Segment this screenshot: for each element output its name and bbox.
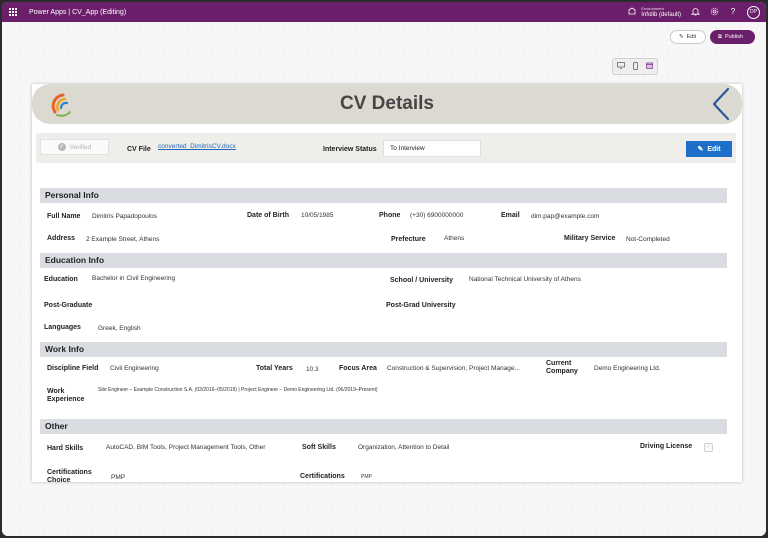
languages-label: Languages	[44, 324, 81, 331]
pencil-icon: ✎	[697, 146, 704, 153]
design-canvas: ✎ Edit ⧉ Publish CV Details ✓ Verified C…	[2, 22, 766, 536]
edit-pill-button[interactable]: ✎ Edit	[670, 30, 706, 44]
email-label: Email	[501, 212, 520, 219]
full-name-label: Full Name	[47, 213, 81, 220]
edit-pill-label: Edit	[686, 34, 697, 40]
edit-button-label: Edit	[707, 145, 721, 153]
certifications-choice-value: PMP	[111, 474, 126, 481]
cv-details-screen: CV Details ✓ Verified CV File converted_…	[32, 84, 742, 485]
environment-name: Infolib (default)	[641, 11, 681, 18]
cv-file-label: CV File	[127, 146, 151, 153]
work-experience-value: Site Engineer – Example Construction S.A…	[98, 387, 378, 393]
total-years-value: 10.3	[306, 366, 319, 373]
section-personal-info: Personal Info	[40, 188, 727, 203]
interview-status-field[interactable]: To Interview	[383, 140, 481, 157]
full-name-value: Dimitris Papadopoulos	[92, 213, 158, 220]
edit-button[interactable]: ✎ Edit	[686, 141, 732, 157]
school-label: School / University	[390, 277, 454, 284]
check-icon: ✓	[57, 143, 66, 151]
certifications-choice-label: Certifications Choice	[47, 469, 92, 485]
discipline-field-value: Civil Engineering	[110, 365, 159, 372]
verified-button[interactable]: ✓ Verified	[40, 139, 109, 155]
section-other: Other	[40, 419, 727, 434]
header-bar: CV Details	[32, 84, 742, 124]
hard-skills-label: Hard Skills	[47, 445, 84, 452]
dob-label: Date of Birth	[247, 212, 289, 219]
cv-control-bar: ✓ Verified CV File converted_DimitrisCV.…	[36, 133, 736, 163]
prefecture-label: Prefecture	[391, 236, 426, 243]
current-company-value: Demo Engineering Ltd.	[594, 365, 661, 372]
driving-license-label: Driving License	[640, 443, 693, 450]
current-company-label-line2: Company	[546, 368, 578, 376]
soft-skills-label: Soft Skills	[302, 444, 336, 451]
bell-icon[interactable]	[690, 7, 700, 18]
certifications-value: PMP	[361, 474, 372, 480]
postgrad-label: Post-Graduate	[44, 302, 93, 309]
gear-icon[interactable]	[709, 7, 719, 18]
certifications-choice-label-line1: Certifications	[47, 469, 92, 476]
pencil-icon: ✎	[679, 34, 684, 40]
languages-value: Greek, English	[98, 325, 141, 332]
waffle-icon[interactable]	[9, 8, 17, 16]
driving-license-checkbox[interactable]: ✓	[704, 443, 713, 452]
phone-icon[interactable]	[633, 61, 638, 72]
work-experience-label-line1: Work	[47, 388, 65, 395]
current-company-label: Current Company	[546, 360, 578, 376]
environment-label: Environment	[641, 5, 664, 11]
current-company-label-line1: Current	[546, 360, 572, 367]
page-title: CV Details	[340, 93, 434, 114]
section-education-info: Education Info	[40, 253, 727, 268]
certifications-choice-label-line2: Choice	[47, 477, 71, 485]
prefecture-value: Athens	[444, 235, 465, 242]
total-years-label: Total Years	[256, 365, 293, 372]
school-value: National Technical University of Athens	[469, 276, 581, 283]
back-arrow-icon[interactable]	[708, 87, 734, 121]
studio-topbar: Power Apps | CV_App (Editing) Environmen…	[2, 2, 766, 22]
focus-area-label: Focus Area	[339, 365, 377, 372]
studio-window: Power Apps | CV_App (Editing) Environmen…	[2, 2, 766, 536]
military-service-value: Not-Completed	[626, 236, 670, 243]
cv-file-link[interactable]: converted_DimitrisCV.docx	[158, 143, 236, 150]
device-preview-bar	[612, 58, 658, 75]
hard-skills-value: AutoCAD, BIM Tools, Project Management T…	[106, 444, 266, 451]
phone-label: Phone	[379, 212, 401, 219]
soft-skills-value: Organization, Attention to Detail	[358, 444, 450, 451]
publish-button[interactable]: ⧉ Publish	[710, 30, 755, 44]
certifications-label: Certifications	[300, 473, 345, 480]
publish-icon: ⧉	[718, 33, 722, 40]
section-work-info: Work Info	[40, 342, 727, 357]
education-label: Education	[44, 276, 78, 283]
education-value: Bachelor in Civil Engineering	[92, 275, 176, 282]
discipline-field-label: Discipline Field	[47, 365, 99, 372]
email-value: dim.pap@example.com	[531, 213, 600, 220]
environment-text: Environment Infolib (default)	[641, 5, 681, 18]
help-icon[interactable]: ?	[728, 8, 738, 16]
environment-picker[interactable]: Environment Infolib (default)	[627, 5, 681, 18]
environment-icon	[627, 7, 637, 17]
address-label: Address	[47, 235, 76, 242]
avatar[interactable]: DP	[747, 5, 760, 19]
postgrad-university-label: Post-Grad University	[386, 302, 456, 309]
work-experience-label: Work Experience	[47, 388, 84, 404]
dob-value: 10/05/1985	[301, 212, 334, 219]
interview-status-label: Interview Status	[323, 146, 377, 153]
military-service-label: Military Service	[564, 235, 616, 242]
work-experience-label-line2: Experience	[47, 396, 85, 404]
topbar-actions: Environment Infolib (default) ? DP	[627, 2, 760, 22]
focus-area-value: Construction & Supervision, Project Mana…	[387, 365, 520, 372]
app-name: Power Apps | CV_App (Editing)	[29, 8, 127, 16]
calendar-icon[interactable]	[646, 62, 653, 71]
verified-label: Verified	[69, 143, 92, 151]
publish-label: Publish	[724, 34, 743, 40]
phone-value: (+30) 6900000000	[410, 212, 464, 219]
monitor-icon[interactable]	[617, 62, 625, 71]
address-value: 2 Example Street, Athens	[86, 236, 160, 243]
